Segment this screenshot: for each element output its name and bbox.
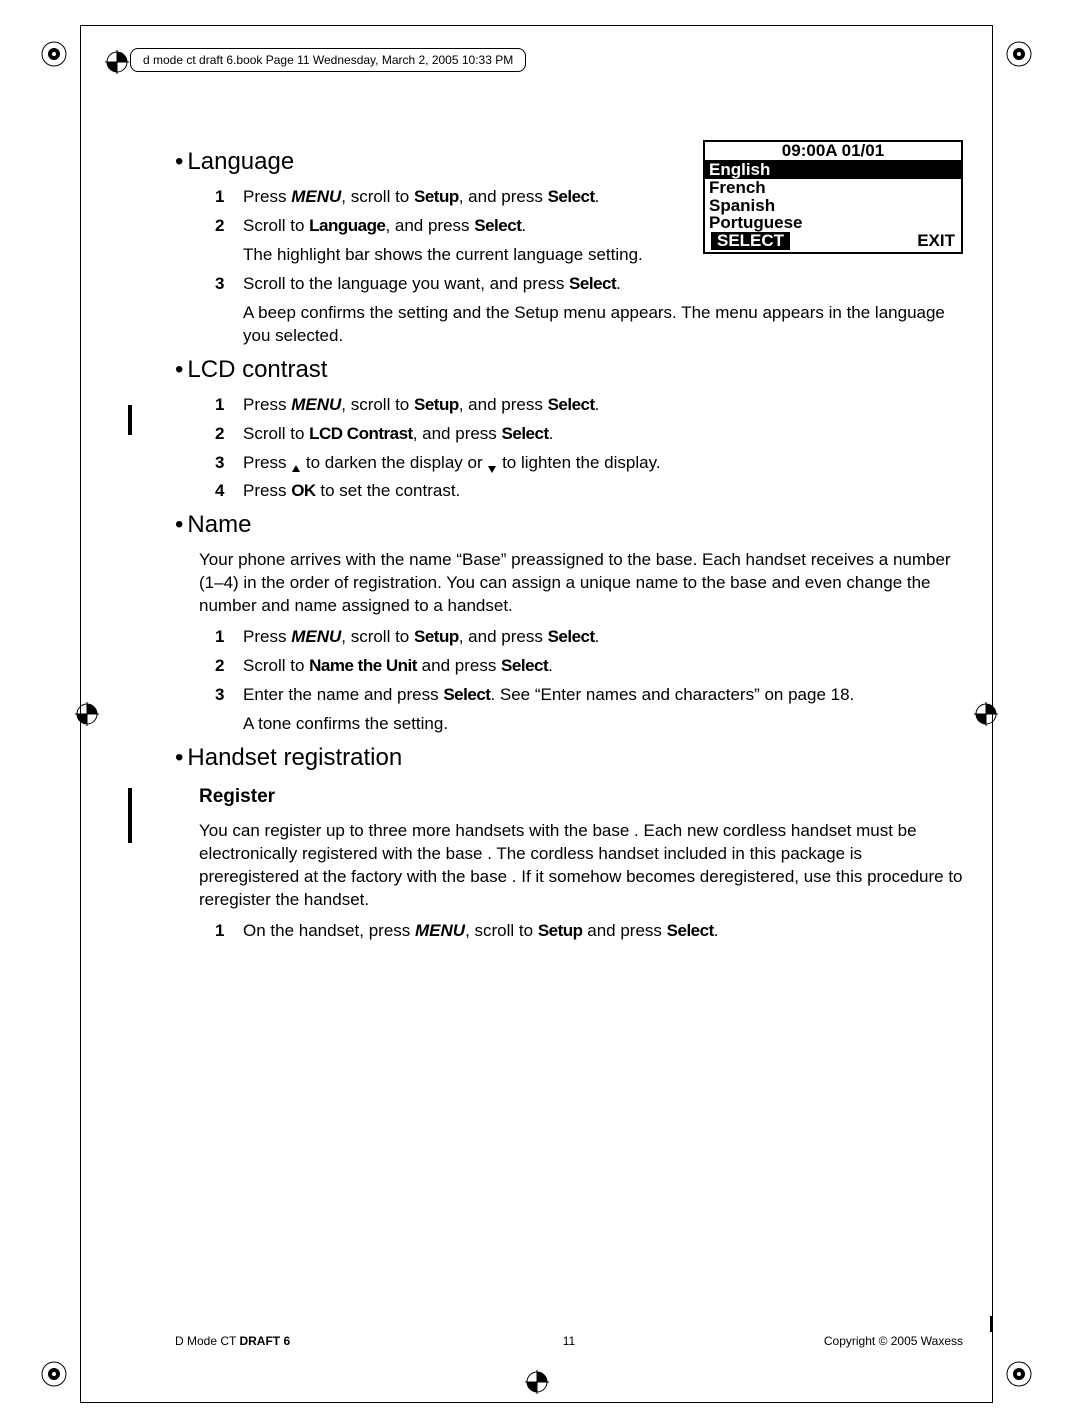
step-item: 2 Scroll to Name the Unit and press Sele… — [215, 655, 963, 678]
step-number: 2 — [215, 215, 243, 238]
lcd-screen-illustration: 09:00A 01/01 English French Spanish Port… — [703, 140, 963, 254]
step-item: 2 Scroll to LCD Contrast, and press Sele… — [215, 423, 963, 446]
registration-mark-icon — [1005, 40, 1033, 68]
lcd-row: Spanish — [705, 197, 961, 215]
crosshair-icon — [75, 702, 99, 726]
step-item: 1 On the handset, press MENU, scroll to … — [215, 920, 963, 943]
step-number: 1 — [215, 920, 243, 943]
lcd-row: French — [705, 179, 961, 197]
footer-page-number: 11 — [563, 1334, 575, 1348]
step-number: 1 — [215, 186, 243, 209]
footer-right: Copyright © 2005 Waxess — [824, 1334, 963, 1348]
lcd-time: 09:00A 01/01 — [705, 142, 961, 161]
step-item: 3 Enter the name and press Select. See “… — [215, 684, 963, 707]
step-subtext: A beep confirms the setting and the Setu… — [243, 302, 963, 348]
step-item: 1 Press MENU, scroll to Setup, and press… — [215, 626, 963, 649]
step-item: 1 Press MENU, scroll to Setup, and press… — [215, 394, 963, 417]
revision-bar — [128, 405, 132, 435]
lcd-row-selected: English — [705, 161, 961, 179]
step-number: 3 — [215, 452, 243, 475]
revision-bar — [128, 788, 132, 843]
down-arrow-icon — [487, 458, 497, 468]
crosshair-icon — [525, 1370, 549, 1394]
step-number: 2 — [215, 655, 243, 678]
lcd-row: Portuguese — [705, 214, 961, 232]
page-content: 09:00A 01/01 English French Spanish Port… — [175, 140, 963, 1328]
step-item: 4 Press OK to set the contrast. — [215, 480, 963, 503]
step-number: 1 — [215, 394, 243, 417]
section-title-lcd-contrast: LCD contrast — [175, 356, 963, 384]
page-footer: D Mode CT DRAFT 6 11 Copyright © 2005 Wa… — [175, 1334, 963, 1348]
step-number: 1 — [215, 626, 243, 649]
step-number: 4 — [215, 480, 243, 503]
step-text: Scroll to the language you want, and pre… — [243, 273, 963, 296]
step-number: 3 — [215, 684, 243, 707]
step-subtext: A tone confirms the setting. — [243, 713, 963, 736]
registration-mark-icon — [40, 40, 68, 68]
step-item: 3 Scroll to the language you want, and p… — [215, 273, 963, 296]
lcd-exit-key: EXIT — [917, 232, 955, 250]
section-intro: Your phone arrives with the name “Base” … — [199, 549, 963, 618]
lcd-softkeys: SELECT EXIT — [705, 232, 961, 252]
crosshair-icon — [105, 50, 129, 74]
registration-mark-icon — [1005, 1360, 1033, 1388]
step-number: 3 — [215, 273, 243, 296]
revision-bar — [990, 1316, 993, 1332]
step-item: 3 Press to darken the display or to ligh… — [215, 452, 963, 475]
section-title-name: Name — [175, 511, 963, 539]
step-text: Enter the name and press Select. See “En… — [243, 684, 963, 707]
step-text: Scroll to LCD Contrast, and press Select… — [243, 423, 963, 446]
step-text: Press to darken the display or to lighte… — [243, 452, 963, 475]
page-header: d mode ct draft 6.book Page 11 Wednesday… — [130, 48, 526, 72]
step-text: On the handset, press MENU, scroll to Se… — [243, 920, 963, 943]
up-arrow-icon — [291, 458, 301, 468]
section-intro: You can register up to three more handse… — [199, 820, 963, 912]
footer-left: D Mode CT DRAFT 6 — [175, 1334, 290, 1348]
step-text: Press MENU, scroll to Setup, and press S… — [243, 394, 963, 417]
lcd-select-key: SELECT — [711, 232, 790, 250]
section-title-handset-registration: Handset registration — [175, 744, 963, 772]
crosshair-icon — [974, 702, 998, 726]
subsection-title-register: Register — [199, 786, 963, 808]
step-text: Press OK to set the contrast. — [243, 480, 963, 503]
registration-mark-icon — [40, 1360, 68, 1388]
step-text: Press MENU, scroll to Setup, and press S… — [243, 626, 963, 649]
step-number: 2 — [215, 423, 243, 446]
step-text: Scroll to Name the Unit and press Select… — [243, 655, 963, 678]
